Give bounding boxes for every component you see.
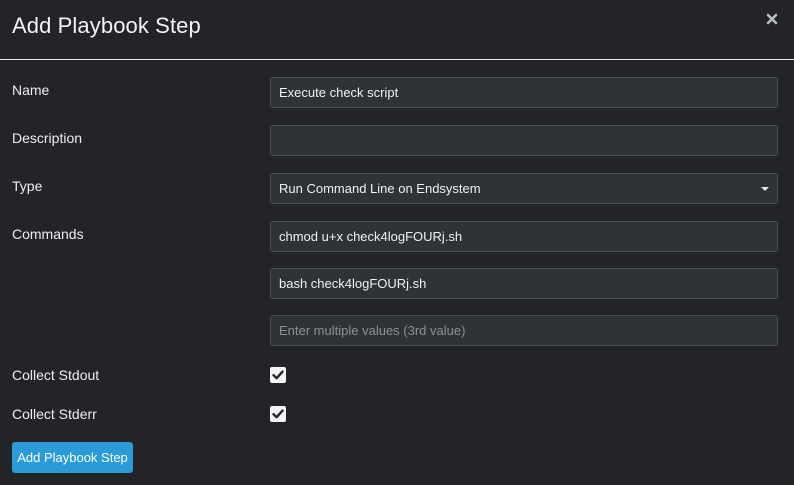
collect-stderr-label: Collect Stderr (12, 406, 97, 422)
description-input[interactable] (270, 125, 778, 156)
add-playbook-step-dialog: Add Playbook Step Name Description Type … (0, 0, 794, 485)
type-select[interactable]: Run Command Line on Endsystem (270, 173, 778, 204)
checkmark-icon (272, 409, 284, 419)
commands-label: Commands (12, 226, 84, 242)
command-input-3[interactable] (270, 315, 778, 346)
description-label: Description (12, 130, 83, 146)
collect-stdout-checkbox[interactable] (270, 367, 286, 383)
name-label: Name (12, 82, 50, 98)
type-label: Type (12, 178, 43, 194)
dialog-header: Add Playbook Step (0, 0, 794, 60)
dialog-title: Add Playbook Step (12, 13, 201, 38)
command-input-2[interactable] (270, 268, 778, 299)
close-icon[interactable] (766, 12, 778, 26)
collect-stderr-checkbox[interactable] (270, 406, 286, 422)
type-selected-value: Run Command Line on Endsystem (279, 181, 481, 196)
collect-stdout-label: Collect Stdout (12, 367, 100, 383)
checkmark-icon (272, 370, 284, 380)
add-playbook-step-button[interactable]: Add Playbook Step (12, 442, 133, 473)
caret-down-icon (761, 187, 769, 191)
name-input[interactable] (270, 77, 778, 108)
command-input-1[interactable] (270, 221, 778, 252)
